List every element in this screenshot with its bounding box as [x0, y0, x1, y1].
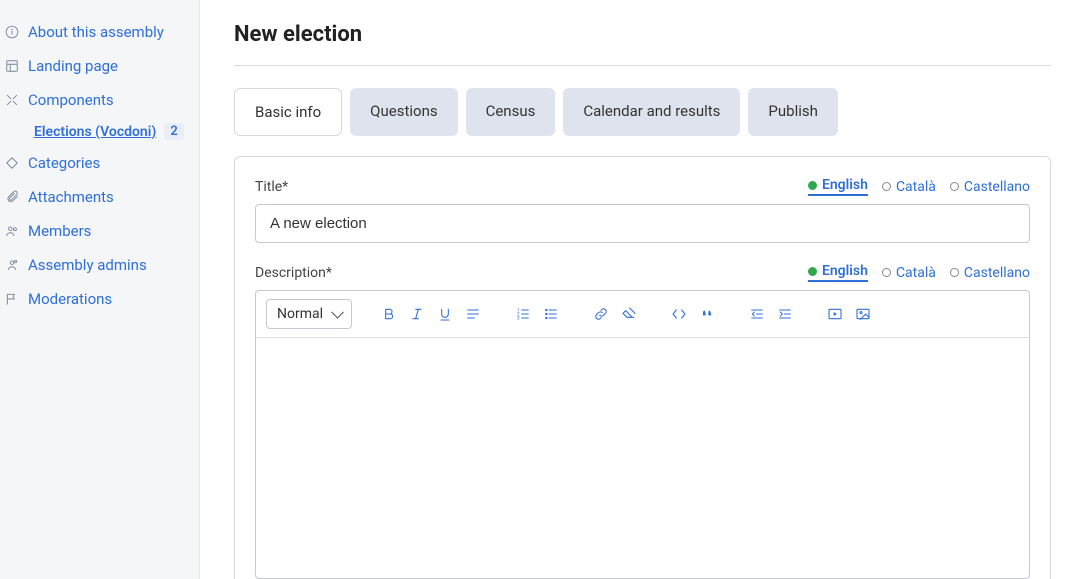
tab-publish[interactable]: Publish	[748, 88, 837, 136]
form-panel: Title* English Català Castellano Descrip…	[234, 156, 1051, 579]
field-head: Description* English Català Castellano	[255, 263, 1030, 282]
code-icon[interactable]	[666, 301, 692, 327]
puzzle-icon	[4, 92, 20, 108]
description-field: Description* English Català Castellano N…	[255, 263, 1030, 579]
status-dot-icon	[950, 182, 959, 191]
field-head: Title* English Català Castellano	[255, 177, 1030, 196]
sidebar-item-label: Landing page	[28, 57, 118, 75]
lang-english[interactable]: English	[808, 263, 868, 282]
outdent-icon[interactable]	[744, 301, 770, 327]
style-select-label: Normal	[277, 306, 323, 322]
lang-label: English	[822, 177, 868, 193]
description-label: Description*	[255, 265, 332, 281]
sidebar-sub-link[interactable]: Elections (Vocdoni)	[34, 124, 156, 140]
lang-castellano[interactable]: Castellano	[950, 263, 1030, 282]
sidebar-item-members[interactable]: Members	[0, 214, 199, 248]
sidebar-item-label: Components	[28, 91, 114, 109]
tab-calendar[interactable]: Calendar and results	[563, 88, 740, 136]
list-group: 123	[510, 301, 564, 327]
tag-icon	[4, 155, 20, 171]
align-icon[interactable]	[460, 301, 486, 327]
sidebar-item-landing[interactable]: Landing page	[0, 49, 199, 83]
sidebar-item-about[interactable]: About this assembly	[0, 15, 199, 49]
lang-castellano[interactable]: Castellano	[950, 177, 1030, 196]
sidebar-sub-badge: 2	[164, 123, 183, 140]
title-field: Title* English Català Castellano	[255, 177, 1030, 243]
tab-questions[interactable]: Questions	[350, 88, 457, 136]
style-select[interactable]: Normal	[266, 299, 352, 329]
lang-catala[interactable]: Català	[882, 263, 936, 282]
info-icon	[4, 24, 20, 40]
page-title: New election	[234, 22, 1051, 47]
image-icon[interactable]	[850, 301, 876, 327]
code-group	[666, 301, 720, 327]
lang-label: Català	[896, 179, 936, 195]
sidebar-item-label: About this assembly	[28, 23, 164, 41]
status-dot-icon	[882, 182, 891, 191]
ordered-list-icon[interactable]: 123	[510, 301, 536, 327]
tab-label: Calendar and results	[583, 102, 720, 120]
sidebar-item-attachments[interactable]: Attachments	[0, 180, 199, 214]
sidebar-item-admins[interactable]: Assembly admins	[0, 248, 199, 282]
italic-icon[interactable]	[404, 301, 430, 327]
sidebar-item-label: Categories	[28, 154, 100, 172]
language-tabs-description: English Català Castellano	[808, 263, 1030, 282]
sidebar-item-categories[interactable]: Categories	[0, 146, 199, 180]
status-dot-icon	[882, 268, 891, 277]
tab-label: Basic info	[255, 103, 321, 121]
lang-label: English	[822, 263, 868, 279]
sidebar-item-moderations[interactable]: Moderations	[0, 282, 199, 316]
status-dot-icon	[808, 181, 817, 190]
media-group	[822, 301, 876, 327]
sidebar-item-components[interactable]: Components	[0, 83, 199, 117]
video-icon[interactable]	[822, 301, 848, 327]
divider	[234, 65, 1051, 66]
indent-icon[interactable]	[772, 301, 798, 327]
rich-text-editor: Normal 123	[255, 290, 1030, 579]
sidebar-item-label: Assembly admins	[28, 256, 147, 274]
status-dot-icon	[808, 267, 817, 276]
sidebar-item-label: Members	[28, 222, 91, 240]
lang-label: Castellano	[964, 179, 1030, 195]
title-label: Title*	[255, 179, 288, 195]
admin-icon	[4, 257, 20, 273]
sidebar-sub-elections[interactable]: Elections (Vocdoni) 2	[0, 117, 199, 146]
lang-label: Català	[896, 265, 936, 281]
indent-group	[744, 301, 798, 327]
editor-toolbar: Normal 123	[256, 291, 1029, 338]
layout-icon	[4, 58, 20, 74]
language-tabs-title: English Català Castellano	[808, 177, 1030, 196]
description-input[interactable]	[256, 338, 1029, 578]
lang-label: Castellano	[964, 265, 1030, 281]
unordered-list-icon[interactable]	[538, 301, 564, 327]
bold-icon[interactable]	[376, 301, 402, 327]
lang-english[interactable]: English	[808, 177, 868, 196]
tab-label: Census	[486, 102, 536, 120]
sidebar: About this assembly Landing page Compone…	[0, 0, 200, 579]
link-group	[588, 301, 642, 327]
tab-label: Questions	[370, 102, 437, 120]
sidebar-item-label: Attachments	[28, 188, 114, 206]
svg-text:3: 3	[517, 315, 520, 321]
sidebar-item-label: Moderations	[28, 290, 112, 308]
status-dot-icon	[950, 268, 959, 277]
flag-icon	[4, 291, 20, 307]
format-group	[376, 301, 486, 327]
tab-census[interactable]: Census	[466, 88, 556, 136]
tab-basic-info[interactable]: Basic info	[234, 88, 342, 136]
paperclip-icon	[4, 189, 20, 205]
tab-label: Publish	[768, 102, 817, 120]
link-icon[interactable]	[588, 301, 614, 327]
main-content: New election Basic info Questions Census…	[200, 0, 1085, 579]
tabs: Basic info Questions Census Calendar and…	[234, 88, 1051, 136]
eraser-icon[interactable]	[616, 301, 642, 327]
quote-icon[interactable]	[694, 301, 720, 327]
title-input[interactable]	[255, 204, 1030, 243]
users-icon	[4, 223, 20, 239]
lang-catala[interactable]: Català	[882, 177, 936, 196]
underline-icon[interactable]	[432, 301, 458, 327]
